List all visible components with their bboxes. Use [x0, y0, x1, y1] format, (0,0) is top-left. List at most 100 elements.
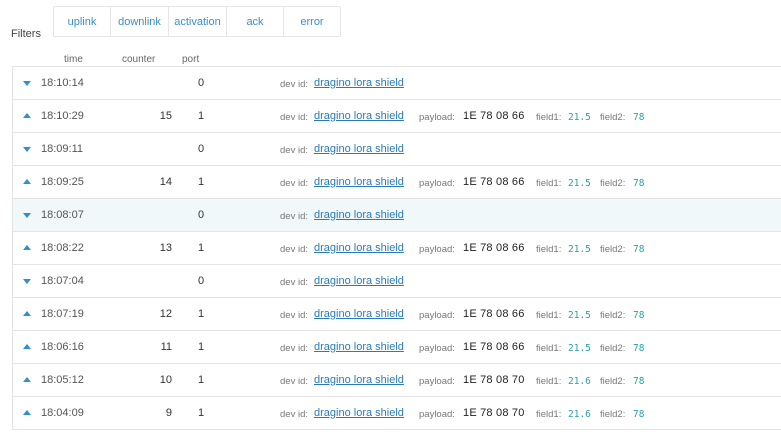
field1-label: field1:: [536, 310, 562, 321]
dev-id-label: dev id:: [280, 343, 308, 354]
column-header-port: port: [182, 54, 200, 65]
field2-value: 78: [633, 310, 645, 321]
payload-value: 1E 78 08 66: [463, 341, 525, 353]
dev-id-link[interactable]: dragino lora shield: [314, 242, 404, 255]
filter-ack-button[interactable]: ack: [227, 7, 284, 36]
filter-downlink-button[interactable]: downlink: [111, 7, 169, 36]
dev-id-link[interactable]: dragino lora shield: [314, 407, 404, 420]
filter-uplink-button[interactable]: uplink: [54, 7, 111, 36]
column-header-counter: counter: [122, 54, 156, 65]
counter-value: 12: [159, 308, 172, 320]
payload-value: 1E 78 08 66: [463, 110, 525, 122]
time-value: 18:08:07: [41, 209, 84, 221]
dev-id-label: dev id:: [280, 376, 308, 387]
field1-value: 21.6: [568, 409, 591, 420]
uplink-arrow-icon[interactable]: [23, 311, 31, 316]
time-value: 18:10:29: [41, 110, 84, 122]
dev-id-link[interactable]: dragino lora shield: [314, 110, 404, 123]
field1-label: field1:: [536, 244, 562, 255]
dev-id-label: dev id:: [280, 79, 308, 90]
field2-label: field2:: [600, 310, 626, 321]
field2-value: 78: [633, 112, 645, 123]
field2-label: field2:: [600, 409, 626, 420]
time-value: 18:09:25: [41, 176, 84, 188]
counter-value: 14: [159, 176, 172, 188]
port-value: 1: [197, 176, 205, 188]
field2-label: field2:: [600, 376, 626, 387]
field2-value: 78: [633, 244, 645, 255]
field1-value: 21.5: [568, 244, 591, 255]
port-value: 0: [197, 143, 205, 155]
column-headers: time counter port: [0, 54, 781, 66]
port-value: 0: [197, 77, 205, 89]
port-value: 0: [197, 209, 205, 221]
port-value: 0: [197, 275, 205, 287]
field1-value: 21.5: [568, 112, 591, 123]
dev-id-link[interactable]: dragino lora shield: [314, 209, 404, 222]
column-header-time: time: [64, 54, 83, 65]
time-value: 18:07:04: [41, 275, 84, 287]
downlink-arrow-icon[interactable]: [23, 147, 31, 152]
field1-label: field1:: [536, 343, 562, 354]
dev-id-link[interactable]: dragino lora shield: [314, 308, 404, 321]
message-row[interactable]: 18:07:04 0 dev id: dragino lora shield: [12, 265, 781, 298]
time-value: 18:09:11: [41, 143, 84, 155]
message-row[interactable]: 18:04:09 9 1 dev id: dragino lora shield…: [12, 397, 781, 430]
dev-id-label: dev id:: [280, 211, 308, 222]
field2-label: field2:: [600, 244, 626, 255]
uplink-arrow-icon[interactable]: [23, 410, 31, 415]
time-value: 18:10:14: [41, 77, 84, 89]
message-row[interactable]: 18:09:25 14 1 dev id: dragino lora shiel…: [12, 166, 781, 199]
uplink-arrow-icon[interactable]: [23, 179, 31, 184]
field2-label: field2:: [600, 112, 626, 123]
message-row[interactable]: 18:10:14 0 dev id: dragino lora shield: [12, 67, 781, 100]
message-row[interactable]: 18:09:11 0 dev id: dragino lora shield: [12, 133, 781, 166]
counter-value: 10: [159, 374, 172, 386]
filter-error-button[interactable]: error: [284, 7, 340, 36]
field2-value: 78: [633, 409, 645, 420]
uplink-arrow-icon[interactable]: [23, 113, 31, 118]
port-value: 1: [197, 374, 205, 386]
message-row[interactable]: 18:08:07 0 dev id: dragino lora shield: [12, 199, 781, 232]
port-value: 1: [197, 341, 205, 353]
port-value: 1: [197, 110, 205, 122]
field2-value: 78: [633, 376, 645, 387]
payload-label: payload:: [419, 376, 455, 387]
uplink-arrow-icon[interactable]: [23, 344, 31, 349]
message-row[interactable]: 18:10:29 15 1 dev id: dragino lora shiel…: [12, 100, 781, 133]
dev-id-link[interactable]: dragino lora shield: [314, 176, 404, 189]
downlink-arrow-icon[interactable]: [23, 213, 31, 218]
dev-id-label: dev id:: [280, 277, 308, 288]
payload-label: payload:: [419, 112, 455, 123]
time-value: 18:07:19: [41, 308, 84, 320]
time-value: 18:08:22: [41, 242, 84, 254]
dev-id-label: dev id:: [280, 244, 308, 255]
dev-id-link[interactable]: dragino lora shield: [314, 341, 404, 354]
time-value: 18:04:09: [41, 407, 84, 419]
field2-label: field2:: [600, 343, 626, 354]
dev-id-link[interactable]: dragino lora shield: [314, 275, 404, 288]
field2-label: field2:: [600, 178, 626, 189]
field1-value: 21.5: [568, 343, 591, 354]
payload-value: 1E 78 08 70: [463, 407, 525, 419]
field1-label: field1:: [536, 178, 562, 189]
payload-value: 1E 78 08 66: [463, 242, 525, 254]
message-row[interactable]: 18:06:16 11 1 dev id: dragino lora shiel…: [12, 331, 781, 364]
dev-id-link[interactable]: dragino lora shield: [314, 374, 404, 387]
field1-value: 21.5: [568, 178, 591, 189]
time-value: 18:05:12: [41, 374, 84, 386]
dev-id-link[interactable]: dragino lora shield: [314, 143, 404, 156]
field1-label: field1:: [536, 409, 562, 420]
dev-id-link[interactable]: dragino lora shield: [314, 77, 404, 90]
uplink-arrow-icon[interactable]: [23, 245, 31, 250]
uplink-arrow-icon[interactable]: [23, 377, 31, 382]
downlink-arrow-icon[interactable]: [23, 81, 31, 86]
downlink-arrow-icon[interactable]: [23, 279, 31, 284]
message-row[interactable]: 18:07:19 12 1 dev id: dragino lora shiel…: [12, 298, 781, 331]
filters-label: Filters: [11, 28, 41, 40]
dev-id-label: dev id:: [280, 409, 308, 420]
message-row[interactable]: 18:05:12 10 1 dev id: dragino lora shiel…: [12, 364, 781, 397]
message-row[interactable]: 18:08:22 13 1 dev id: dragino lora shiel…: [12, 232, 781, 265]
counter-value: 9: [165, 407, 172, 419]
filter-activation-button[interactable]: activation: [169, 7, 227, 36]
